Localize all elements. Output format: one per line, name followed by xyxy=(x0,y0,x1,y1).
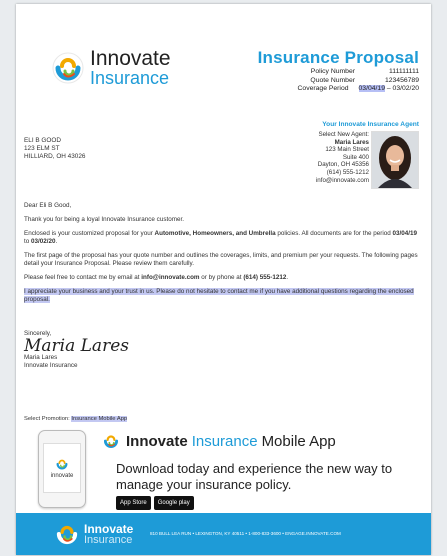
paragraph-contact: Please feel free to contact me by email … xyxy=(24,274,421,282)
swirl-icon xyxy=(103,435,119,448)
enclosed-text-g: . xyxy=(55,238,58,245)
signature-block: Sincerely, Maria Lares Maria Lares Innov… xyxy=(24,330,129,369)
app-title-innovate: Innovate xyxy=(126,432,188,450)
contact-text-e: . xyxy=(286,274,289,281)
policy-number-row: Policy Number 111111111 xyxy=(258,68,419,77)
agent-suite: Suite 400 xyxy=(342,153,369,161)
paragraph-first-page: The first page of the proposal has your … xyxy=(24,252,418,267)
footer-logo: Innovate Insurance xyxy=(54,521,133,547)
paragraph-thanks: Thank you for being a loyal Innovate Ins… xyxy=(24,216,184,223)
promotion-select-field[interactable]: Insurance Mobile App xyxy=(71,416,128,422)
recipient-name: ELI B GOOD xyxy=(24,137,61,144)
policy-number-value: 111111111 xyxy=(389,68,419,75)
promotion-label: Select Promotion: xyxy=(24,416,70,422)
policy-number-label: Policy Number xyxy=(310,68,355,75)
agent-phone: (614) 555-1212 xyxy=(326,168,369,176)
recipient-city: HILLIARD, OH 43026 xyxy=(24,152,86,160)
coverage-period-row: Coverage Period 03/04/19 – 03/02/20 xyxy=(258,85,419,94)
store-badges: App Store Google play xyxy=(116,496,194,510)
brand-word-insurance: Insurance xyxy=(90,68,170,88)
brand-word-innovate: Innovate xyxy=(90,47,171,70)
enclosed-text-c: policies. All documents are for the peri… xyxy=(275,230,393,237)
coverage-start-field[interactable]: 03/04/19 xyxy=(358,85,385,93)
quote-number-value: 123456789 xyxy=(384,76,419,84)
appreciate-selected-text[interactable]: I appreciate your business and your trus… xyxy=(24,288,414,303)
handwritten-signature: Maria Lares xyxy=(24,335,129,356)
enclosed-end-date: 03/02/20 xyxy=(31,238,56,245)
page-title: Insurance Proposal xyxy=(257,48,419,67)
agent-name: Maria Lares xyxy=(334,138,369,146)
agent-block: Select New Agent: Maria Lares 123 Main S… xyxy=(316,131,369,184)
app-title: Innovate Insurance Mobile App xyxy=(102,432,336,450)
app-title-insurance: Insurance xyxy=(191,432,258,450)
app-description: Download today and experience the new wa… xyxy=(116,461,393,492)
select-agent-link[interactable]: Select New Agent: xyxy=(316,131,369,139)
quote-number-label: Quote Number xyxy=(310,76,355,84)
quote-number-row: Quote Number 123456789 xyxy=(258,77,419,86)
enclosed-text-e: to xyxy=(24,238,32,245)
footer-swirl-icon xyxy=(56,525,78,545)
paragraph-enclosed: Enclosed is your customized proposal for… xyxy=(24,230,421,246)
contact-text-c: or by phone at xyxy=(199,274,244,281)
footer-brand-innovate: Innovate xyxy=(84,521,134,536)
coverage-period-label: Coverage Period xyxy=(297,85,349,93)
proposal-document: Innovate Insurance Insurance Proposal Po… xyxy=(16,4,431,555)
app-title-mobile-app: Mobile App xyxy=(261,432,336,450)
agent-street: 123 Main Street xyxy=(325,146,369,154)
footer-address: 810 BULL LEA RUN • LEXINGTON, KY 40511 •… xyxy=(150,531,341,536)
app-store-badge[interactable]: App Store xyxy=(116,496,151,510)
promotion-selector: Select Promotion: Insurance Mobile App xyxy=(24,416,128,422)
google-play-badge[interactable]: Google play xyxy=(153,496,194,510)
enclosed-text-a: Enclosed is your customized proposal for… xyxy=(24,230,155,237)
contact-text-a: Please feel free to contact me by email … xyxy=(24,274,142,281)
paragraph-appreciate[interactable]: I appreciate your business and your trus… xyxy=(24,288,421,304)
agent-email: info@innovate.com xyxy=(315,176,369,184)
innovate-logo: Innovate Insurance xyxy=(52,48,171,87)
enclosed-start-date: 03/04/19 xyxy=(392,230,418,237)
recipient-address: ELI B GOOD 123 ELM ST HILLIARD, OH 43026 xyxy=(24,137,85,160)
footer-brand-insurance: Insurance xyxy=(84,533,133,546)
agent-photo xyxy=(371,131,419,189)
enclosed-policies: Automotive, Homeowners, and Umbrella xyxy=(154,230,276,237)
coverage-end-value: – 03/02/20 xyxy=(384,85,419,93)
proposal-header: Insurance Proposal Policy Number 11111111… xyxy=(258,48,419,94)
letter-body: Dear Eli B Good, Thank you for being a l… xyxy=(24,202,421,310)
phone-illustration: innovate xyxy=(38,430,86,508)
greeting: Dear Eli B Good, xyxy=(24,202,72,209)
swirl-logo-icon xyxy=(52,52,84,84)
contact-phone: (614) 555-1212 xyxy=(243,274,287,281)
app-swirl-icon xyxy=(56,459,68,470)
phone-screen-text: innovate xyxy=(50,473,74,479)
agent-heading: Your Innovate Insurance Agent xyxy=(322,121,419,128)
footer-bar: Innovate Insurance 810 BULL LEA RUN • LE… xyxy=(16,513,431,555)
contact-email: info@innovate.com xyxy=(141,274,200,281)
signer-company: Innovate Insurance xyxy=(24,361,78,369)
agent-city: Dayton, OH 45356 xyxy=(317,161,369,169)
recipient-street: 123 ELM ST xyxy=(24,144,60,152)
